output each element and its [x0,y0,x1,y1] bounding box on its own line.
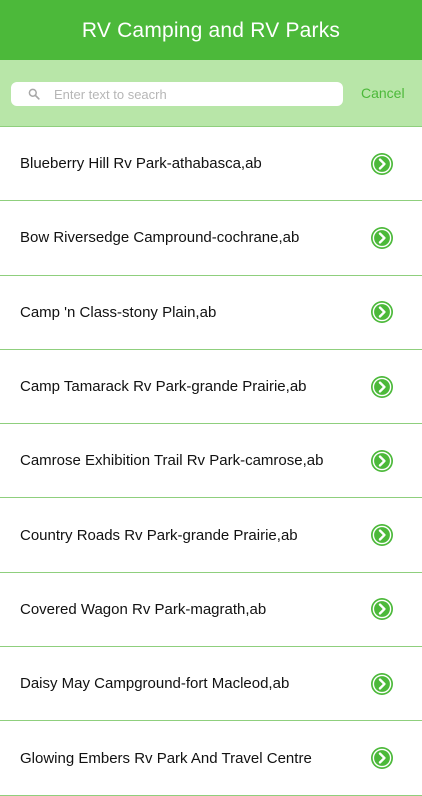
chevron-right-circle-icon[interactable] [370,449,394,473]
navigation-bar: RV Camping and RV Parks [0,0,422,60]
search-bar: Cancel [0,60,422,127]
list-item-label: Camrose Exhibition Trail Rv Park-camrose… [20,452,324,470]
chevron-right-circle-icon[interactable] [370,375,394,399]
list-item[interactable]: Daisy May Campground-fort Macleod,ab [0,647,422,722]
list-item[interactable]: Camrose Exhibition Trail Rv Park-camrose… [0,424,422,499]
list-item-label: Blueberry Hill Rv Park-athabasca,ab [20,155,262,173]
list-item-label: Camp Tamarack Rv Park-grande Prairie,ab [20,378,307,396]
search-icon [28,88,40,100]
list-item-label: Daisy May Campground-fort Macleod,ab [20,675,290,693]
list-item[interactable]: Camp 'n Class-stony Plain,ab [0,276,422,350]
list-item[interactable]: Camp Tamarack Rv Park-grande Prairie,ab [0,350,422,425]
list-item[interactable]: Bow Riversedge Campround-cochrane,ab [0,201,422,276]
list-item[interactable]: Covered Wagon Rv Park-magrath,ab [0,573,422,648]
list-item-label: Glowing Embers Rv Park And Travel Centre [20,749,312,767]
chevron-right-circle-icon[interactable] [370,523,394,547]
chevron-right-circle-icon[interactable] [370,226,394,250]
page-title: RV Camping and RV Parks [81,19,341,42]
search-input[interactable] [54,86,324,102]
chevron-right-circle-icon[interactable] [370,152,394,176]
chevron-right-circle-icon[interactable] [370,597,394,621]
park-list: Blueberry Hill Rv Park-athabasca,ab Bow … [0,127,422,796]
list-item[interactable]: Glowing Embers Rv Park And Travel Centre [0,721,422,796]
search-field[interactable] [11,82,343,106]
list-item-label: Covered Wagon Rv Park-magrath,ab [20,600,267,618]
list-item[interactable]: Blueberry Hill Rv Park-athabasca,ab [0,127,422,202]
chevron-right-circle-icon[interactable] [370,672,394,696]
list-item-label: Camp 'n Class-stony Plain,ab [20,303,217,321]
list-item-label: Bow Riversedge Campround-cochrane,ab [20,229,300,247]
chevron-right-circle-icon[interactable] [370,300,394,324]
list-item-label: Country Roads Rv Park-grande Prairie,ab [20,526,298,544]
list-item[interactable]: Country Roads Rv Park-grande Prairie,ab [0,498,422,573]
cancel-button[interactable]: Cancel [361,85,405,101]
